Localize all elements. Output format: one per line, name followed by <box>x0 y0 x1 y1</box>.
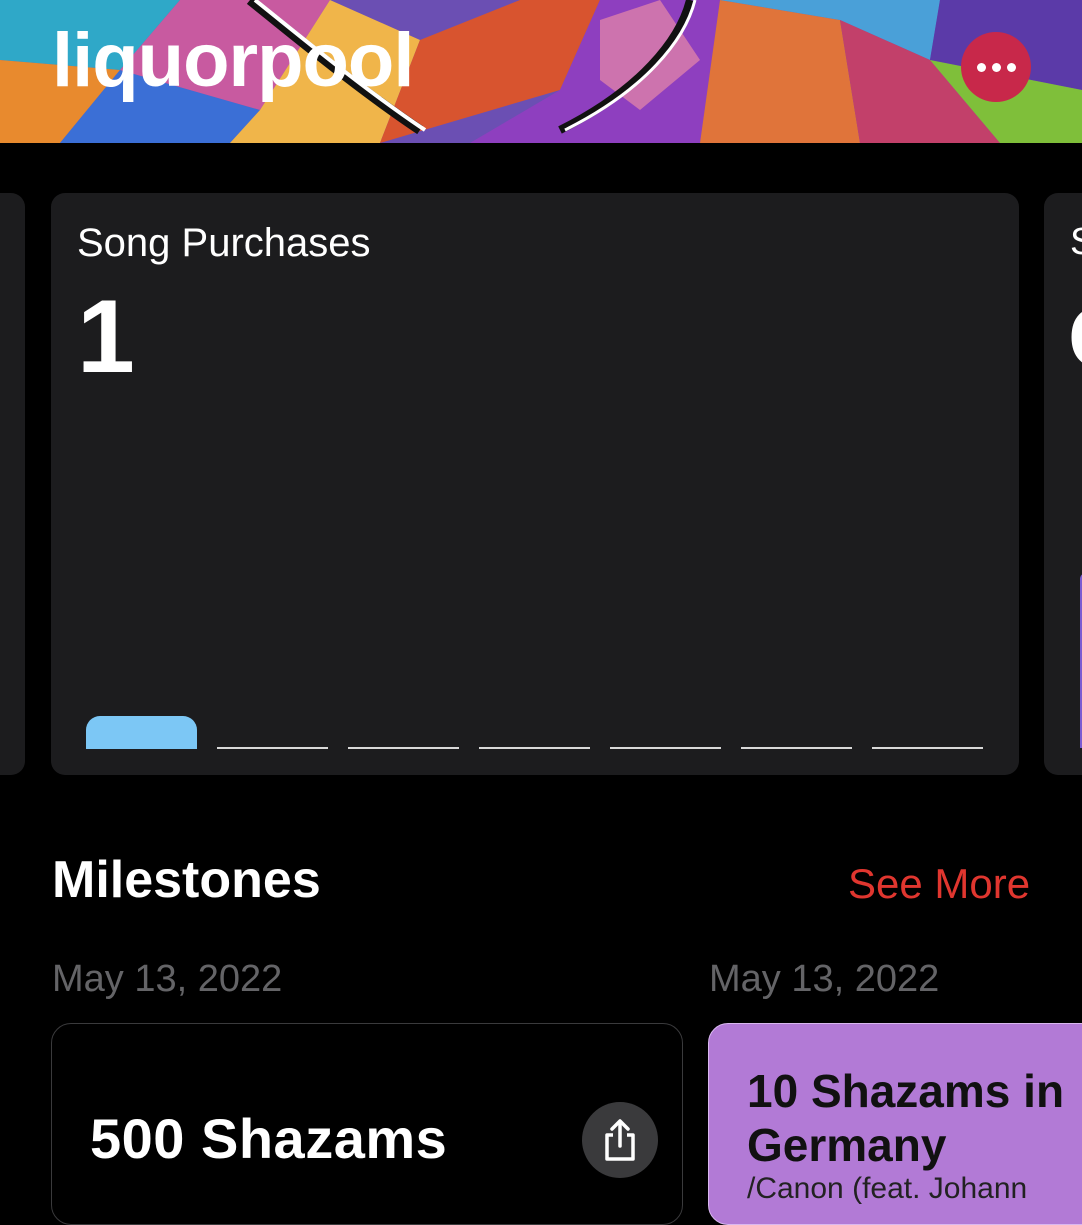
milestone-title: 500 Shazams <box>90 1107 448 1170</box>
stat-bar <box>872 747 983 749</box>
see-more-link[interactable]: See More <box>848 860 1030 908</box>
stat-bar <box>217 747 328 749</box>
milestones-heading: Milestones <box>52 851 321 909</box>
share-button[interactable] <box>582 1102 658 1178</box>
next-stat-card[interactable]: S C <box>1044 193 1082 775</box>
milestone-date: May 13, 2022 <box>709 958 940 1000</box>
stat-bar-chart <box>86 693 986 749</box>
milestone-date: May 13, 2022 <box>52 958 283 1000</box>
stat-bar <box>610 747 721 749</box>
stat-title: Song Purchases <box>77 221 371 265</box>
more-options-button[interactable] <box>961 32 1031 102</box>
stat-bar <box>348 747 459 749</box>
stat-card-song-purchases[interactable]: Song Purchases 1 <box>51 193 1019 775</box>
milestone-card-500-shazams[interactable]: 500 Shazams <box>51 1023 683 1225</box>
share-icon <box>605 1119 635 1161</box>
next-stat-title: S <box>1070 221 1082 264</box>
artist-name: liquorpool <box>52 18 414 103</box>
ellipsis-icon <box>976 62 1016 72</box>
stat-value: 1 <box>77 279 135 395</box>
stat-bar <box>86 716 197 749</box>
previous-stat-card[interactable] <box>0 193 25 775</box>
milestone-subtitle: /Canon (feat. Johann <box>747 1172 1028 1205</box>
stat-bar <box>479 747 590 749</box>
artist-header: liquorpool <box>0 0 1082 143</box>
stat-bar <box>741 747 852 749</box>
next-stat-value: C <box>1068 289 1082 388</box>
milestone-card-10-shazams-germany[interactable]: 10 Shazams in Germany /Canon (feat. Joha… <box>708 1023 1082 1225</box>
milestone-title: 10 Shazams in Germany <box>747 1065 1065 1171</box>
